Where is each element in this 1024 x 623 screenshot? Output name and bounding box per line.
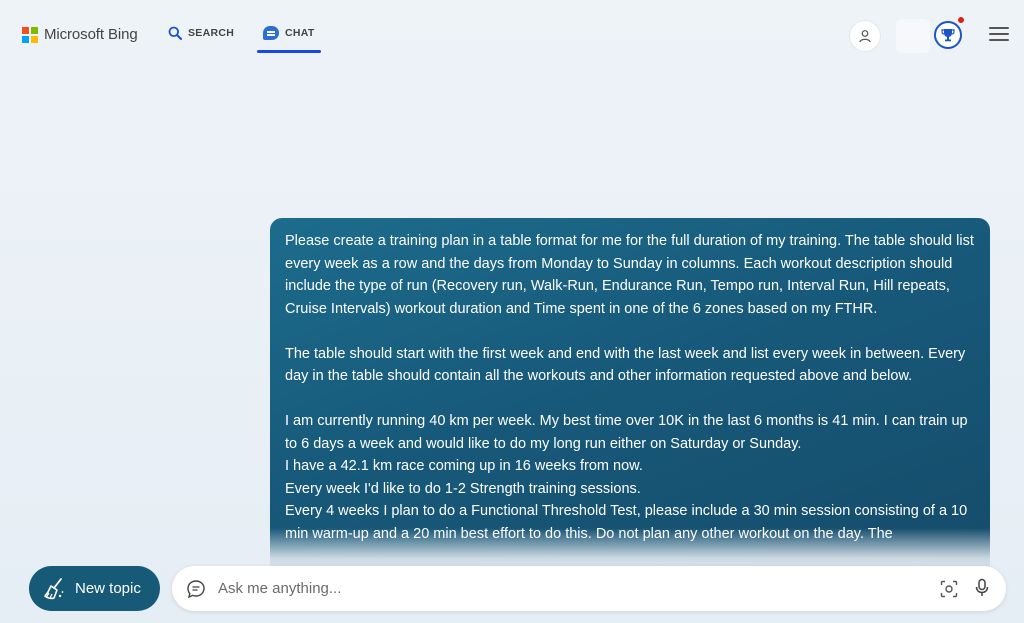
new-topic-label: New topic: [75, 580, 141, 597]
menu-icon[interactable]: [989, 27, 1009, 43]
tab-search-label: SEARCH: [188, 27, 235, 39]
visual-search-button[interactable]: [940, 580, 958, 603]
bing-logo[interactable]: Microsoft Bing: [22, 26, 138, 43]
search-icon: [168, 26, 182, 40]
user-message: Please create a training plan in a table…: [270, 218, 990, 578]
message-paragraph: I am currently running 40 km per week. M…: [285, 413, 968, 452]
microsoft-logo-icon: [22, 26, 38, 43]
tab-chat[interactable]: CHAT: [257, 26, 321, 53]
message-paragraph: Please create a training plan in a table…: [285, 233, 974, 317]
logo-text: Microsoft Bing: [44, 26, 138, 43]
rewards-button[interactable]: [934, 17, 964, 49]
user-icon: [859, 30, 871, 43]
chat-icon: [263, 26, 279, 40]
microphone-icon: [975, 578, 989, 596]
chat-input-box[interactable]: [172, 566, 1006, 611]
tab-search[interactable]: SEARCH: [168, 26, 234, 40]
message-paragraph: Every 4 weeks I plan to do a Functional …: [285, 503, 968, 542]
notification-dot: [958, 17, 964, 23]
active-tab-indicator: [257, 50, 321, 53]
microphone-button[interactable]: [974, 578, 990, 603]
profile-avatar[interactable]: [850, 21, 880, 51]
header: Microsoft Bing SEARCH CHAT: [0, 0, 1024, 70]
message-paragraph: The table should start with the first we…: [285, 345, 966, 385]
header-placeholder: [896, 19, 930, 53]
message-paragraph: I have a 42.1 km race coming up in 16 we…: [285, 458, 643, 474]
message-paragraph: Every week I'd like to do 1-2 Strength t…: [285, 480, 641, 497]
camera-scan-icon: [940, 580, 958, 598]
tab-chat-label: CHAT: [285, 27, 315, 39]
trophy-icon: [941, 29, 955, 42]
ask-input[interactable]: [216, 579, 900, 598]
chat-icon: [187, 579, 205, 598]
broom-icon: [44, 577, 64, 599]
new-topic-button[interactable]: New topic: [29, 566, 160, 611]
